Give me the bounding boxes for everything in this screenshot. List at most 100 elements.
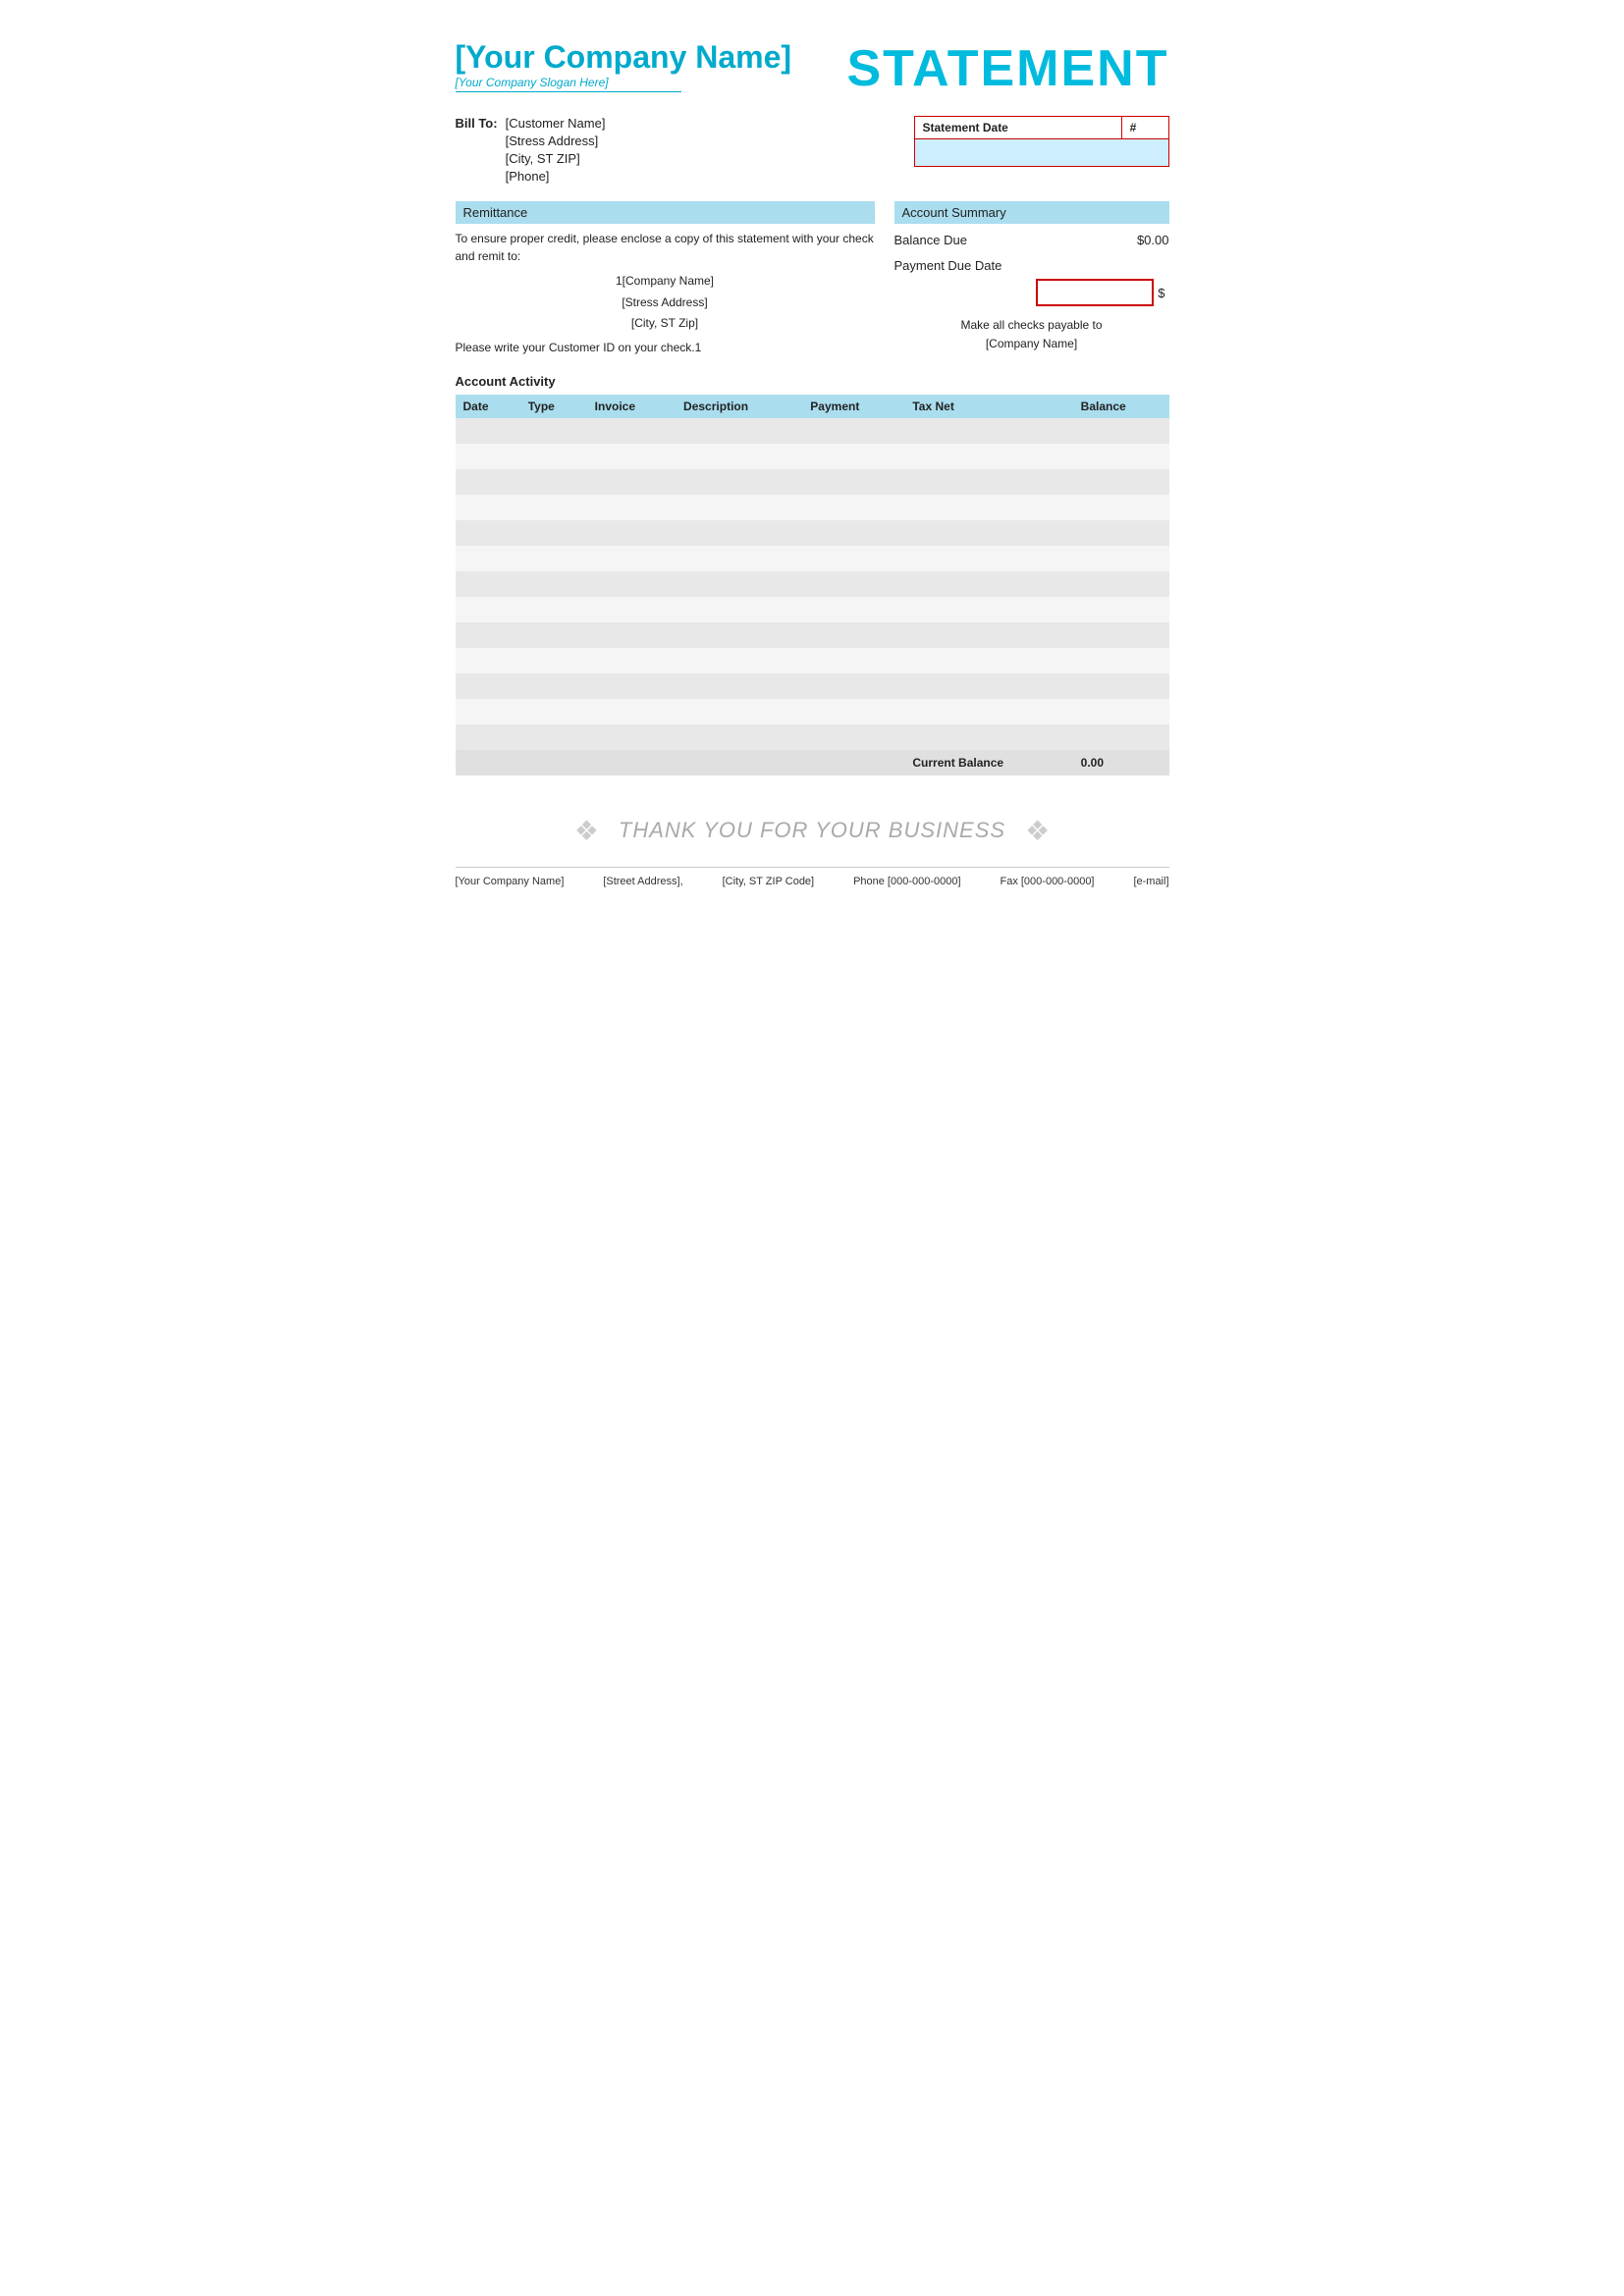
table-row [456,699,1169,724]
mid-section: Remittance To ensure proper credit, plea… [456,201,1169,354]
remittance-section: Remittance To ensure proper credit, plea… [456,201,875,354]
header: [Your Company Name] [Your Company Slogan… [456,39,1169,98]
table-cell [904,520,1072,546]
bill-to-label: Bill To: [456,116,498,184]
table-cell [587,673,676,699]
table-cell [676,469,802,495]
table-cell [1073,444,1169,469]
table-cell [587,546,676,571]
table-cell [587,418,676,444]
table-cell [676,444,802,469]
footer-email: [e-mail] [1133,876,1168,887]
table-cell [676,673,802,699]
table-row [456,444,1169,469]
table-cell [1073,648,1169,673]
table-cell [1073,495,1169,520]
table-cell [802,520,904,546]
dollar-sign: $ [1158,286,1168,300]
table-cell [802,699,904,724]
table-row [456,597,1169,622]
table-cell [456,571,520,597]
table-cell [456,469,520,495]
table-cell [587,520,676,546]
bill-to: Bill To: [Customer Name] [Stress Address… [456,116,606,184]
table-cell [520,571,587,597]
bill-to-phone: [Phone] [506,169,606,184]
table-cell [676,546,802,571]
footer-phone: Phone [000-000-0000] [853,876,960,887]
table-cell [520,724,587,750]
payment-due-input: $ [894,279,1169,306]
table-cell [802,444,904,469]
table-cell [520,495,587,520]
table-cell [904,724,1072,750]
table-cell [676,648,802,673]
table-row [456,622,1169,648]
table-cell [587,571,676,597]
table-cell [456,444,520,469]
col-balance: Balance [1073,395,1169,418]
page: [Your Company Name] [Your Company Slogan… [406,0,1218,1148]
table-cell [1073,724,1169,750]
remittance-company: 1[Company Name] [456,271,875,293]
table-cell [520,597,587,622]
account-summary-header: Account Summary [894,201,1169,224]
table-cell [1073,622,1169,648]
col-taxnet: Tax Net [904,395,1072,418]
table-cell [802,597,904,622]
table-cell [587,597,676,622]
footer-empty [456,750,905,775]
table-cell [456,597,520,622]
remittance-address: 1[Company Name] [Stress Address] [City, … [456,271,875,335]
table-cell [456,495,520,520]
table-cell [1073,673,1169,699]
bill-to-row: Bill To: [Customer Name] [Stress Address… [456,116,606,184]
remittance-street: [Stress Address] [456,293,875,314]
table-footer-row: Current Balance 0.00 [456,750,1169,775]
table-cell [456,622,520,648]
table-cell [456,673,520,699]
table-row [456,418,1169,444]
table-cell [802,648,904,673]
table-cell [676,495,802,520]
table-cell [587,495,676,520]
table-cell [1073,597,1169,622]
table-cell [587,724,676,750]
table-cell [1073,520,1169,546]
checks-payable-line1: Make all checks payable to [894,316,1169,335]
table-row [456,673,1169,699]
table-cell [676,520,802,546]
remittance-note: Please write your Customer ID on your ch… [456,341,875,354]
footer-street-address: [Street Address], [603,876,682,887]
table-cell [676,418,802,444]
table-cell [520,469,587,495]
statement-hash-header: # [1121,117,1168,139]
table-cell [456,520,520,546]
statement-date-header: Statement Date [914,117,1121,139]
table-cell [520,622,587,648]
remittance-text: To ensure proper credit, please enclose … [456,230,875,265]
statement-title: STATEMENT [846,39,1168,98]
table-cell [802,546,904,571]
thank-you-section: ❖ THANK YOU FOR YOUR BUSINESS ❖ [456,815,1169,847]
table-cell [520,673,587,699]
bill-to-details: [Customer Name] [Stress Address] [City, … [506,116,606,184]
col-description: Description [676,395,802,418]
diamond-left-icon: ❖ [574,815,599,847]
statement-date-value[interactable] [914,139,1168,167]
table-row [456,469,1169,495]
table-cell [904,597,1072,622]
footer-fax: Fax [000-000-0000] [1000,876,1094,887]
table-row [456,571,1169,597]
table-cell [1073,699,1169,724]
bill-to-customer: [Customer Name] [506,116,606,131]
table-row [456,724,1169,750]
table-cell [904,571,1072,597]
table-cell [456,699,520,724]
table-cell [1073,546,1169,571]
payment-due-box[interactable] [1036,279,1154,306]
current-balance-value: 0.00 [1073,750,1169,775]
table-cell [1073,418,1169,444]
table-cell [802,469,904,495]
company-name: [Your Company Name] [456,39,792,76]
